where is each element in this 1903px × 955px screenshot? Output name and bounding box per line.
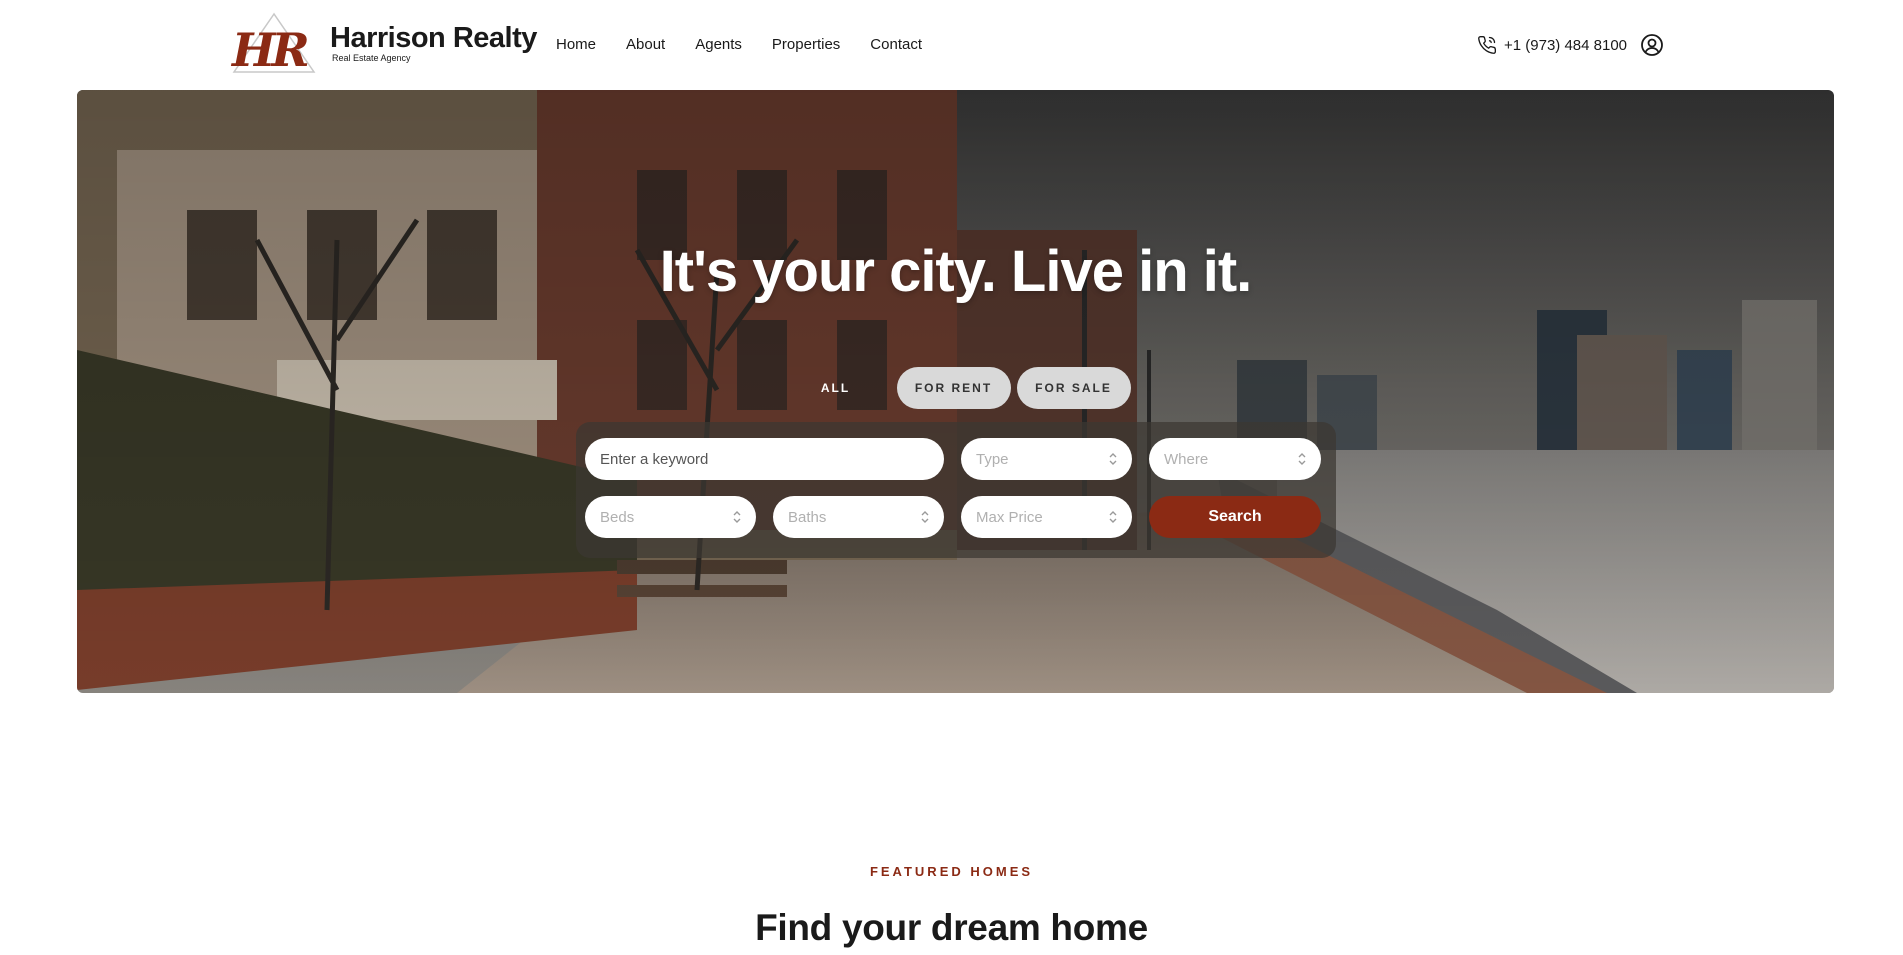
where-select[interactable]: Where	[1149, 438, 1321, 480]
tab-all[interactable]: ALL	[781, 367, 891, 409]
nav-home[interactable]: Home	[556, 35, 596, 55]
beds-select[interactable]: Beds	[585, 496, 756, 538]
max-price-placeholder: Max Price	[976, 508, 1043, 526]
tab-for-sale[interactable]: FOR SALE	[1016, 367, 1131, 409]
type-placeholder: Type	[976, 450, 1009, 468]
select-arrows-icon	[1109, 453, 1117, 465]
select-arrows-icon	[1109, 511, 1117, 523]
brand-name: Harrison Realty	[330, 21, 537, 54]
featured-eyebrow: FEATURED HOMES	[869, 864, 1034, 879]
phone-number: +1 (973) 484 8100	[1504, 36, 1628, 54]
tab-for-rent[interactable]: FOR RENT	[896, 367, 1011, 409]
search-panel: Type Where Beds Baths Max Price Search	[576, 422, 1336, 558]
max-price-select[interactable]: Max Price	[961, 496, 1132, 538]
keyword-field[interactable]	[585, 438, 944, 480]
baths-placeholder: Baths	[788, 508, 827, 526]
keyword-input[interactable]	[600, 450, 944, 468]
main-nav: Home About Agents Properties Contact	[556, 35, 952, 55]
select-arrows-icon	[921, 511, 929, 523]
nav-properties[interactable]: Properties	[772, 35, 840, 55]
listing-type-tabs: ALL FOR RENT FOR SALE	[77, 367, 1834, 409]
select-arrows-icon	[1298, 453, 1306, 465]
svg-text:HR: HR	[230, 23, 307, 74]
select-arrows-icon	[733, 511, 741, 523]
phone-link[interactable]: +1 (973) 484 8100	[1477, 35, 1627, 55]
hr-monogram-icon: HR	[230, 12, 316, 74]
featured-title: Find your dream home	[755, 907, 1148, 948]
nav-agents[interactable]: Agents	[695, 35, 742, 55]
brand-logo[interactable]: HR Harrison Realty Real Estate Agency	[228, 12, 537, 74]
hero-title: It's your city. Live in it.	[659, 239, 1253, 304]
search-button[interactable]: Search	[1149, 496, 1321, 538]
user-circle-icon[interactable]	[1640, 33, 1664, 57]
phone-icon	[1478, 35, 1497, 54]
where-placeholder: Where	[1164, 450, 1209, 468]
beds-placeholder: Beds	[600, 508, 635, 526]
hero-section: It's your city. Live in it. ALL FOR RENT…	[77, 90, 1834, 693]
type-select[interactable]: Type	[961, 438, 1132, 480]
brand-tagline: Real Estate Agency	[332, 52, 411, 63]
baths-select[interactable]: Baths	[773, 496, 944, 538]
site-header: HR Harrison Realty Real Estate Agency Ho…	[0, 0, 1903, 90]
nav-about[interactable]: About	[626, 35, 665, 55]
nav-contact[interactable]: Contact	[870, 35, 922, 55]
